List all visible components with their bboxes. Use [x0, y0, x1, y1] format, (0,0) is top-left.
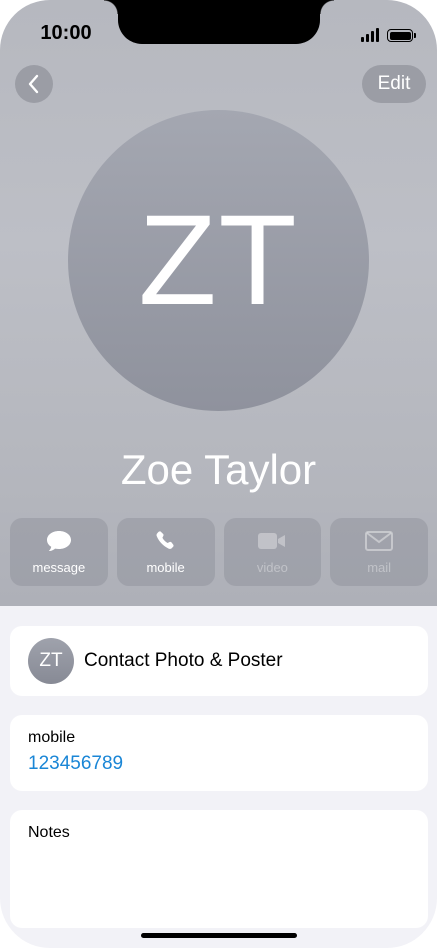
- contact-photo-poster-label: Contact Photo & Poster: [84, 650, 283, 671]
- chevron-left-icon: [28, 74, 39, 94]
- message-action-label: message: [32, 560, 86, 575]
- phone-type-label: mobile: [28, 729, 76, 746]
- device-notch: [104, 0, 334, 44]
- video-action-button[interactable]: video: [223, 518, 322, 586]
- back-button[interactable]: [15, 65, 53, 103]
- video-action-label: video: [256, 560, 288, 575]
- quick-actions: message mobile video mail: [10, 518, 428, 586]
- home-indicator[interactable]: [141, 933, 297, 938]
- avatar-initials: ZT: [138, 189, 299, 332]
- cellular-signal-icon: [361, 28, 379, 42]
- notes-label: Notes: [28, 824, 70, 841]
- phone-screen: 10:00 Edit ZT Zoe Taylor message mobile …: [0, 0, 437, 948]
- contact-photo-poster-row[interactable]: ZT Contact Photo & Poster: [10, 626, 428, 696]
- contact-header: 10:00 Edit ZT Zoe Taylor message mobile …: [0, 0, 437, 606]
- call-action-label: mobile: [146, 560, 185, 575]
- call-action-button[interactable]: mobile: [116, 518, 215, 586]
- message-bubble-icon: [46, 531, 71, 551]
- phone-number-card[interactable]: mobile 123456789: [10, 715, 428, 791]
- notes-card[interactable]: Notes: [10, 810, 428, 928]
- avatar-thumbnail: ZT: [28, 638, 74, 684]
- video-camera-icon: [258, 533, 286, 549]
- message-action-button[interactable]: message: [10, 518, 108, 586]
- contact-name: Zoe Taylor: [120, 446, 317, 493]
- mail-envelope-icon: [365, 531, 394, 551]
- status-time: 10:00: [40, 22, 92, 44]
- mail-action-button[interactable]: mail: [330, 518, 428, 586]
- battery-icon: [387, 29, 416, 42]
- edit-button[interactable]: Edit: [362, 65, 426, 103]
- status-icons: [361, 26, 416, 42]
- contact-avatar[interactable]: ZT: [68, 110, 369, 411]
- phone-number-link[interactable]: 123456789: [28, 753, 410, 775]
- mail-action-label: mail: [367, 560, 392, 575]
- phone-icon: [156, 531, 174, 549]
